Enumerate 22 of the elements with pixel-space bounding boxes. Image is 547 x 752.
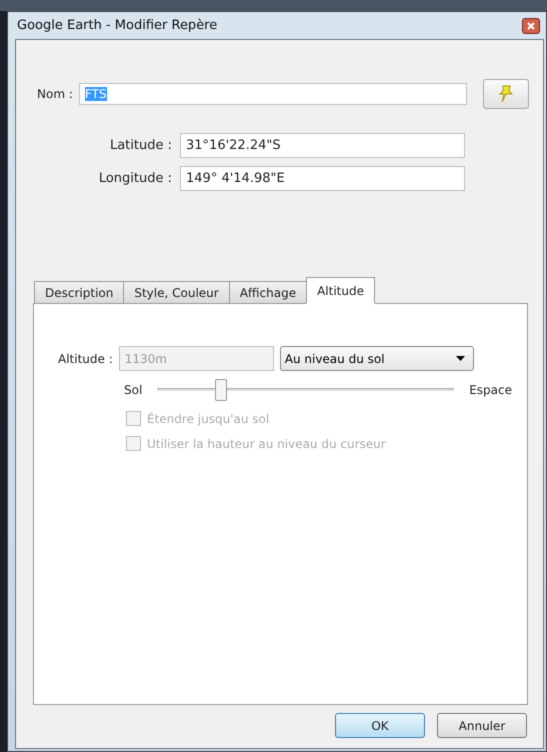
tab[interactable]: Altitude	[306, 277, 375, 304]
caret-icon	[456, 356, 465, 361]
coordinate-label: Longitude :	[98, 171, 173, 186]
tab[interactable]: Affichage	[228, 281, 308, 304]
slider-max-label: Espace	[469, 383, 512, 397]
altitude-label: Altitude :	[58, 352, 113, 366]
close-button[interactable]	[522, 18, 540, 34]
tab[interactable]: Description	[34, 281, 124, 304]
coordinate-label: Latitude :	[108, 138, 173, 153]
coordinate-field[interactable]: 149° 4'14.98"E	[180, 166, 465, 191]
slider-min-label: Sol	[124, 383, 142, 397]
close-icon	[527, 22, 535, 30]
window-title: Google Earth - Modifier Repère	[17, 18, 218, 33]
tab[interactable]: Style, Couleur	[123, 281, 230, 304]
pushpin-icon	[497, 84, 515, 104]
cancel-button[interactable]: Annuler	[437, 713, 527, 738]
pushpin-button[interactable]	[483, 79, 529, 109]
coordinate-field[interactable]: 31°16'22.24"S	[180, 133, 465, 158]
checkbox-label: Utiliser la hauteur au niveau du curseur	[147, 436, 386, 450]
ok-button[interactable]: OK	[335, 713, 425, 738]
checkbox-label: Étendre jusqu'au sol	[147, 412, 270, 426]
name-label: Nom :	[37, 87, 73, 101]
